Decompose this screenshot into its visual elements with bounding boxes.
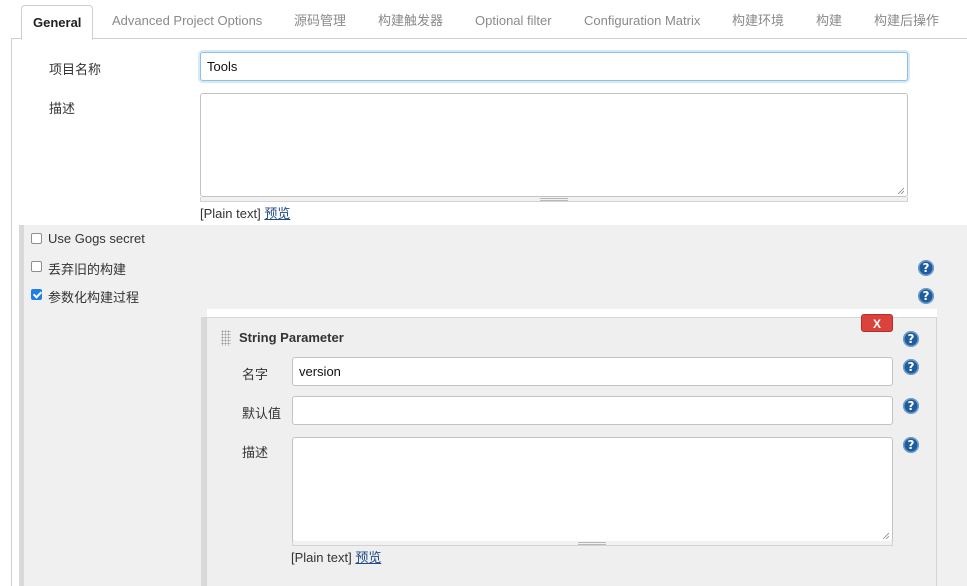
section-bar: [19, 225, 24, 586]
param-name-input[interactable]: [292, 357, 893, 386]
plain-text-label: [Plain text]: [291, 550, 352, 565]
tab-advanced-project-options[interactable]: Advanced Project Options: [112, 4, 262, 37]
help-icon[interactable]: ?: [903, 331, 919, 347]
textarea-resize-handle[interactable]: [540, 198, 568, 201]
options-band: [19, 225, 967, 309]
use-gogs-secret-label[interactable]: Use Gogs secret: [48, 231, 145, 246]
param-description-label: 描述: [242, 445, 269, 460]
tab-build[interactable]: 构建: [816, 4, 842, 37]
param-default-input[interactable]: [292, 396, 893, 425]
form-border: [11, 38, 12, 586]
preview-link[interactable]: 预览: [264, 206, 290, 221]
param-default-label: 默认值: [242, 406, 282, 421]
drag-handle-icon[interactable]: [221, 330, 231, 346]
use-gogs-secret-checkbox[interactable]: [31, 233, 42, 244]
resize-grip-icon[interactable]: [897, 187, 904, 194]
parameterized-build-checkbox[interactable]: [31, 289, 42, 300]
plain-text-note: [Plain text] 预览: [200, 203, 290, 222]
help-icon[interactable]: ?: [903, 398, 919, 414]
tab-configuration-matrix[interactable]: Configuration Matrix: [584, 4, 700, 37]
project-name-label: 项目名称: [49, 62, 102, 77]
discard-old-builds-checkbox[interactable]: [31, 261, 42, 272]
resize-grip-icon[interactable]: [882, 532, 889, 539]
plain-text-label: [Plain text]: [200, 206, 261, 221]
param-description-textarea[interactable]: [292, 437, 893, 542]
options-band-right: [937, 309, 967, 586]
discard-old-builds-label[interactable]: 丢弃旧的构建: [48, 259, 126, 278]
tab-post-build-actions[interactable]: 构建后操作: [874, 4, 939, 37]
help-icon[interactable]: ?: [918, 288, 934, 304]
description-textarea[interactable]: [200, 93, 908, 197]
project-name-input[interactable]: [200, 52, 908, 81]
description-label: 描述: [49, 101, 76, 116]
help-icon[interactable]: ?: [903, 437, 919, 453]
parameterized-build-label[interactable]: 参数化构建过程: [48, 287, 139, 306]
tab-source-management[interactable]: 源码管理: [294, 4, 346, 37]
textarea-resize-handle[interactable]: [578, 542, 606, 545]
help-icon[interactable]: ?: [918, 260, 934, 276]
tab-build-environment[interactable]: 构建环境: [732, 4, 784, 37]
options-band-left: [19, 309, 207, 586]
param-name-label: 名字: [242, 367, 269, 382]
tab-general[interactable]: General: [21, 5, 94, 40]
string-parameter-title: String Parameter: [239, 330, 344, 345]
preview-link[interactable]: 预览: [355, 550, 381, 565]
help-icon[interactable]: ?: [903, 359, 919, 375]
tab-build-triggers[interactable]: 构建触发器: [378, 4, 443, 37]
plain-text-note: [Plain text] 预览: [291, 547, 381, 566]
tab-optional-filter[interactable]: Optional filter: [475, 4, 552, 37]
delete-parameter-button[interactable]: X: [861, 314, 893, 332]
